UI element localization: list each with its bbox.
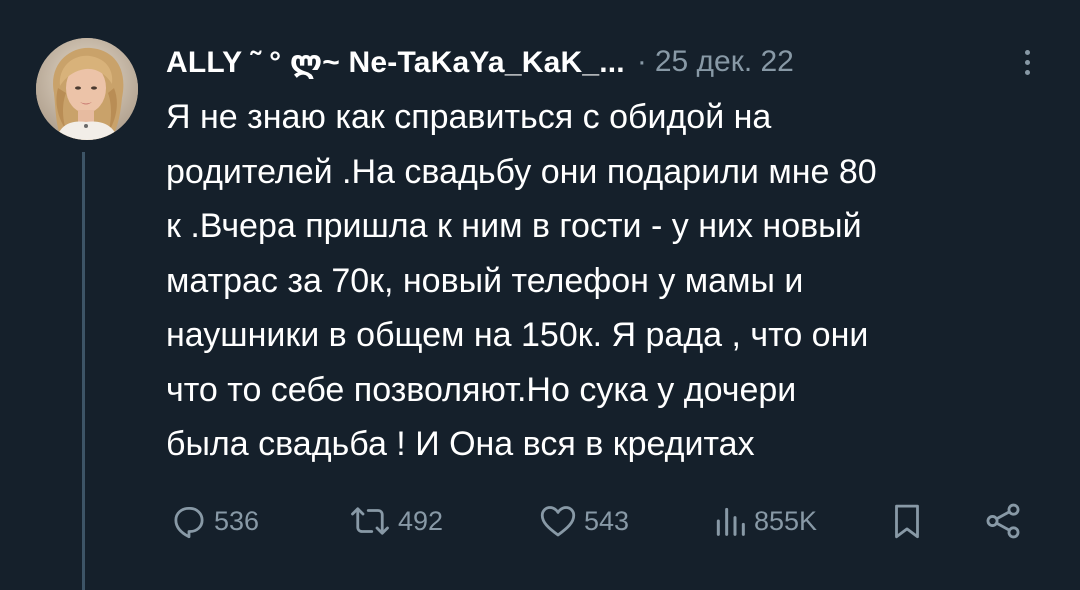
tweet-text-line: Я не знаю как справиться с обидой на [166, 98, 772, 136]
views-icon [710, 500, 750, 542]
tweet-header: ALLY ˜ ° ლ~ Ne-TaKaYa_KaK_... · 25 дек. … [166, 40, 1046, 84]
bookmark-button[interactable] [886, 496, 928, 546]
like-count: 543 [584, 505, 630, 536]
share-button[interactable] [982, 496, 1024, 546]
tweet-text-line: наушники в общем на 150к. Я рада , что о… [166, 316, 869, 354]
like-button[interactable]: 543 [536, 496, 629, 546]
reply-count: 536 [214, 505, 260, 536]
display-name[interactable]: ALLY ˜ ° ლ~ Ne-TaKaYa_KaK_... [166, 45, 625, 80]
views-count: 855K [754, 505, 818, 536]
avatar[interactable] [36, 38, 138, 140]
tweet[interactable]: ALLY ˜ ° ლ~ Ne-TaKaYa_KaK_... · 25 дек. … [0, 0, 1080, 590]
tweet-text-line: к .Вчера пришла к ним в гости - у них но… [166, 207, 862, 245]
bookmark-icon [886, 500, 928, 542]
reply-button[interactable]: 536 [168, 496, 259, 546]
retweet-icon [346, 500, 394, 542]
tweet-text-line: матрас за 70к, новый телефон у мамы и [166, 261, 804, 300]
heart-icon [536, 500, 580, 542]
tweet-date[interactable]: 25 дек. 22 [655, 45, 794, 79]
retweet-button[interactable]: 492 [346, 496, 443, 546]
header-separator: · [636, 45, 647, 78]
retweet-count: 492 [398, 505, 444, 536]
tweet-text-line: что то себе позволяют.Но сука у дочери [166, 370, 797, 409]
tweet-text-line: была свадьба ! И Она вся в кредитах [166, 425, 755, 463]
action-bar: 536 492 543 855K [166, 496, 1046, 546]
tweet-text-line: родителей .На свадьбу они подарили мне 8… [166, 152, 877, 191]
tweet-text: Я не знаю как справиться с обидой на род… [166, 90, 1046, 472]
reply-icon [168, 500, 210, 542]
more-icon[interactable] [1015, 42, 1039, 82]
share-icon [982, 500, 1024, 542]
views-button[interactable]: 855K [710, 496, 817, 546]
thread-line [82, 152, 85, 590]
